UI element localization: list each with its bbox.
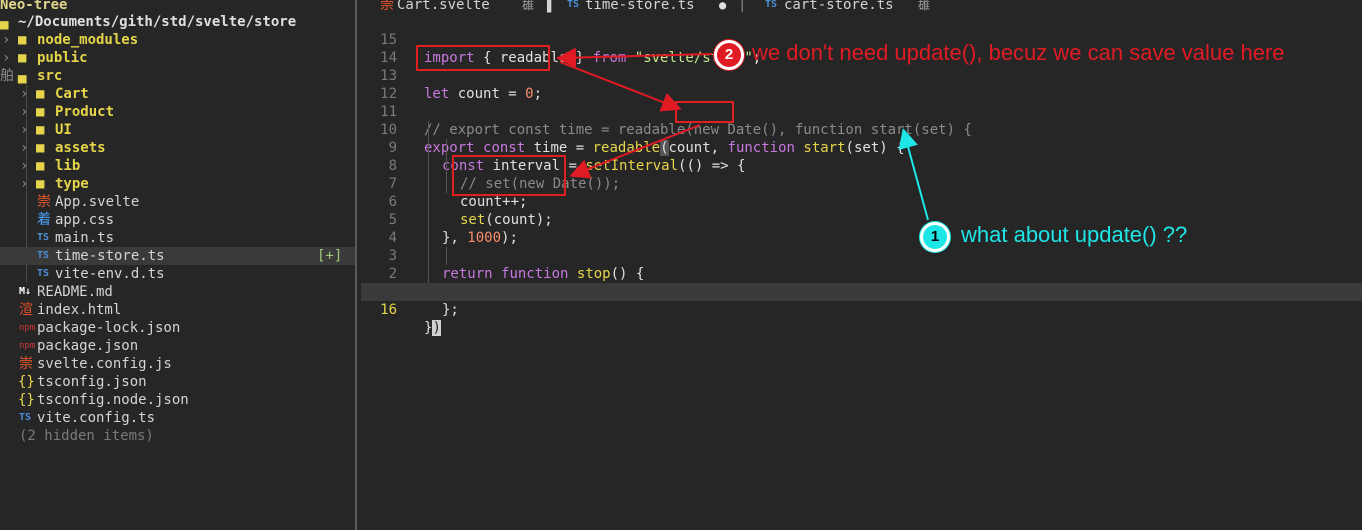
- annotation-note-1: what about update() ??: [961, 222, 1188, 247]
- red-arrow-to-count-set: [569, 124, 701, 179]
- annotation-arrows: [556, 47, 929, 221]
- annotation-note-2: we don't need update(), becuz we can sav…: [752, 40, 1285, 65]
- red-arrow-to-count-arg: [559, 61, 682, 112]
- cyan-arrow-to-set: [898, 128, 929, 221]
- annotation-badge-2: 2: [714, 40, 744, 70]
- annotation-badge-1: 1: [920, 222, 950, 252]
- red-arrow-to-let: [556, 47, 713, 68]
